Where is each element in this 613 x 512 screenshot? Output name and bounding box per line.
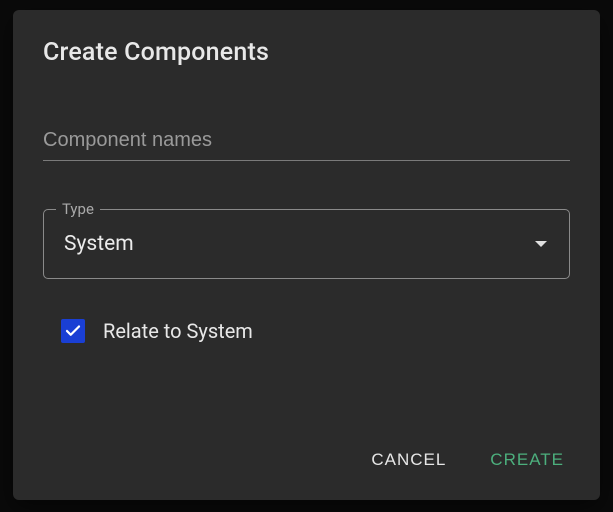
cancel-button[interactable]: CANCEL bbox=[369, 444, 448, 476]
chevron-down-icon bbox=[535, 241, 547, 247]
check-icon bbox=[64, 322, 82, 340]
create-button[interactable]: CREATE bbox=[488, 444, 566, 476]
type-select-value: System bbox=[64, 232, 134, 256]
create-components-dialog: Create Components Type System Relate to … bbox=[13, 10, 600, 500]
relate-to-system-checkbox[interactable] bbox=[61, 319, 85, 343]
dialog-actions: CANCEL CREATE bbox=[43, 444, 570, 480]
relate-to-system-label: Relate to System bbox=[103, 319, 253, 343]
component-names-input[interactable] bbox=[43, 125, 570, 161]
type-select[interactable]: Type System bbox=[43, 209, 570, 279]
dialog-title: Create Components bbox=[43, 38, 570, 67]
type-select-label: Type bbox=[56, 200, 100, 218]
relate-to-system-row: Relate to System bbox=[43, 319, 570, 343]
component-names-field bbox=[43, 125, 570, 161]
